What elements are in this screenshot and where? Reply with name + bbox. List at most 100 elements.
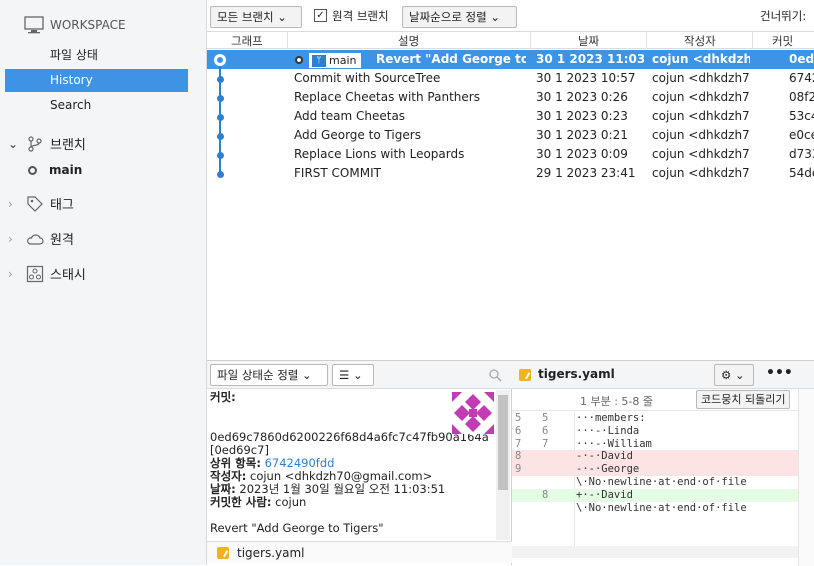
branch-icon: ᛘ [312,54,326,67]
graph-node [216,171,224,178]
scrollbar-thumb[interactable] [498,395,508,490]
tags-label: 태그 [50,198,74,213]
chevron-down-icon: ⌄ [734,368,745,382]
parents-label: 상위 항목: [210,456,261,470]
col-commit[interactable]: 커밋 [772,33,793,49]
sidebar-item-file-status[interactable]: 파일 상태 [5,44,188,67]
commit-date: 30 1 2023 10:57 [536,71,636,85]
cloud-icon [27,233,44,245]
commit-date: 30 1 2023 0:21 [536,128,628,142]
modified-file-icon [217,546,229,559]
branch-tag-label: main [329,54,357,67]
commit-row[interactable]: Replace Lions with Leopards 30 1 2023 0:… [207,145,814,164]
file-sort-label: 파일 상태순 정렬 [217,368,299,382]
more-options-icon[interactable]: ••• [766,365,793,381]
sidebar-group-branches[interactable]: ⌄ 브랜치 [8,134,86,153]
modified-file-icon [519,369,531,381]
commit-row[interactable]: FIRST COMMIT 29 1 2023 23:41 cojun <dhkd… [207,164,814,183]
sidebar-group-tags[interactable]: › 태그 [8,194,74,213]
commit-hash: d733a96 [789,147,814,161]
branches-dropdown[interactable]: 모든 브랜치 ⌄ [210,6,302,28]
diff-line-added: 8 +·-·David [512,488,798,502]
commit-row[interactable]: Commit with SourceTree 30 1 2023 10:57 c… [207,69,814,88]
sidebar-item-search[interactable]: Search [5,94,188,117]
commit-date: 30 1 2023 0:23 [536,109,628,123]
col-author[interactable]: 작성자 [684,33,716,49]
chevron-right-icon[interactable]: › [8,232,20,246]
sidebar-branch-main[interactable]: main [28,163,82,177]
commit-date: 29 1 2023 23:41 [536,166,636,180]
revert-hunk-button[interactable]: 코드뭉치 되돌리기 [696,390,791,409]
sidebar-item-history[interactable]: History [5,69,188,92]
diff-vertical-scrollbar[interactable] [798,389,814,566]
diff-line: 5 5 ···members: [515,412,646,424]
commit-author: cojun <dhkdzh70 [652,166,750,180]
workspace-header: WORKSPACE [24,16,126,34]
commit-date: 30 1 2023 11:03 [536,52,644,66]
col-graph[interactable]: 그래프 [231,33,263,49]
tag-icon [27,195,43,212]
chevron-down-icon[interactable]: ⌄ [8,137,20,151]
date-label: 날짜: [210,482,236,496]
commit-description: FIRST COMMIT [294,166,381,180]
diff-line-removed: 8 -·-·David [512,450,798,464]
commit-author: cojun <dhkdzh70 [652,71,750,85]
stash-icon [26,265,44,282]
commit-description: Revert "Add George to Tigers" [376,52,526,66]
diff-toolbar: tigers.yaml ⚙ ⌄ ••• [512,361,814,389]
details-scrollbar[interactable] [496,390,510,540]
commit-list-header: 그래프 설명 날짜 작성자 커밋 [207,32,814,49]
sidebar-group-stashes[interactable]: › 스태시 [8,264,86,283]
chevron-down-icon: ⌄ [302,368,312,382]
commit-row[interactable]: Add George to Tigers 30 1 2023 0:21 coju… [207,126,814,145]
branches-dropdown-label: 모든 브랜치 [217,10,274,24]
commit-details-panel: 파일 상태순 정렬 ⌄ ☰ ⌄ 커밋: 0ed69c7860d6200226f6… [207,360,512,565]
view-mode-dropdown[interactable]: ☰ ⌄ [332,364,374,386]
remote-branches-checkbox[interactable]: ✓ [314,9,327,22]
branch-tag-main[interactable]: ᛘ main [309,53,362,68]
sidebar-item-label: History [50,73,93,87]
commit-row[interactable]: Add team Cheetas 30 1 2023 0:23 cojun <d… [207,107,814,126]
author-label: 작성자: [210,469,247,483]
diff-line: \·No·newline·at·end·of·file [576,475,747,488]
head-indicator-icon [295,56,303,64]
gear-icon: ⚙ [721,368,732,382]
commit-date: 30 1 2023 0:26 [536,90,628,104]
remotes-label: 원격 [50,233,74,248]
col-description[interactable]: 설명 [398,33,419,49]
commit-description: Add George to Tigers [294,128,421,142]
diff-horizontal-scrollbar[interactable] [512,546,798,558]
history-toolbar: 모든 브랜치 ⌄ ✓ 원격 브랜치 날짜순으로 정렬 ⌄ 건너뛰기: [207,0,814,32]
chevron-down-icon: ⌄ [490,10,501,24]
committer-value: cojun [275,495,307,509]
commit-description: Replace Cheetas with Panthers [294,90,480,104]
chevron-down-icon: ⌄ [352,368,363,382]
graph-node [216,114,224,121]
workspace-label: WORKSPACE [50,18,126,32]
search-icon[interactable] [488,368,502,382]
commit-hash: 0ed69c7 [789,52,814,66]
chevron-right-icon[interactable]: › [8,267,20,281]
parent-link[interactable]: 6742490fdd [265,456,335,470]
col-date[interactable]: 날짜 [578,33,599,49]
hunk-header: 1 부분 : 5-8 줄 코드뭉치 되돌리기 [512,389,814,411]
diff-filename: tigers.yaml [538,367,615,381]
commit-row[interactable]: Replace Cheetas with Panthers 30 1 2023 … [207,88,814,107]
settings-dropdown[interactable]: ⚙ ⌄ [714,364,754,386]
commit-author: cojun <dhkdzh70 [652,128,750,142]
graph-node [215,55,225,65]
sidebar-group-remotes[interactable]: › 원격 [8,229,74,249]
current-branch-icon [28,165,37,175]
file-sort-dropdown[interactable]: 파일 상태순 정렬 ⌄ [210,364,328,386]
sort-dropdown[interactable]: 날짜순으로 정렬 ⌄ [402,6,517,28]
chevron-right-icon[interactable]: › [8,197,20,211]
commit-author: cojun <dhkdzh70 [652,109,750,123]
commit-date: 30 1 2023 0:09 [536,147,628,161]
commit-message: Revert "Add George to Tigers" [210,521,384,535]
changed-file-name: tigers.yaml [237,545,305,560]
changed-file-item[interactable]: tigers.yaml [207,541,512,563]
graph-node [216,152,224,159]
date-value: 2023년 1월 30일 월요일 오전 11:03:51 [239,482,446,496]
author-value: cojun <dhkdzh70@gmail.com> [250,469,433,483]
details-toolbar: 파일 상태순 정렬 ⌄ ☰ ⌄ [207,361,512,389]
